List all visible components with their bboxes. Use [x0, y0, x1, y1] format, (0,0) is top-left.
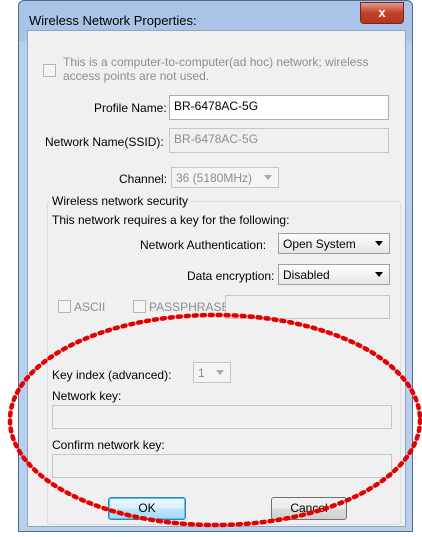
- adhoc-label-line2: access points are not used.: [63, 69, 210, 83]
- adhoc-label-line1: This is a computer-to-computer(ad hoc) n…: [63, 55, 369, 69]
- auth-value: Open System: [283, 237, 356, 251]
- key-index-label: Key index (advanced):: [52, 368, 172, 382]
- ssid-label: Network Name(SSID):: [45, 135, 164, 149]
- ssid-field[interactable]: BR-6478AC-5G: [169, 128, 389, 153]
- security-intro-text: This network requires a key for the foll…: [52, 213, 290, 227]
- network-key-field[interactable]: [52, 405, 392, 429]
- confirm-key-label: Confirm network key:: [52, 438, 165, 452]
- chevron-down-icon: [216, 370, 224, 375]
- window-title: Wireless Network Properties:: [29, 13, 197, 28]
- encryption-select[interactable]: Disabled: [278, 264, 390, 285]
- channel-label: Channel:: [119, 172, 168, 186]
- ascii-checkbox[interactable]: [58, 300, 71, 313]
- cancel-button[interactable]: Cancel: [271, 497, 347, 520]
- security-group-label: Wireless network security: [49, 194, 192, 208]
- auth-label: Network Authentication:: [140, 238, 267, 252]
- encryption-label: Data encryption:: [187, 269, 275, 283]
- confirm-key-field[interactable]: [52, 454, 392, 478]
- close-button[interactable]: x: [360, 2, 404, 24]
- passphrase-label: PASSPHRASE: [149, 300, 230, 314]
- chevron-down-icon: [375, 272, 383, 277]
- auth-select[interactable]: Open System: [278, 233, 390, 254]
- encryption-value: Disabled: [283, 268, 330, 282]
- channel-select[interactable]: 36 (5180MHz): [171, 167, 279, 188]
- key-index-select[interactable]: 1: [193, 362, 231, 383]
- network-key-label: Network key:: [52, 389, 122, 403]
- dialog-body: This is a computer-to-computer(ad hoc) n…: [27, 30, 406, 527]
- ascii-label: ASCII: [74, 300, 106, 314]
- passphrase-field[interactable]: [225, 295, 390, 319]
- profile-name-label: Profile Name:: [94, 101, 167, 115]
- passphrase-checkbox[interactable]: [133, 300, 146, 313]
- chevron-down-icon: [264, 175, 272, 180]
- key-index-value: 1: [198, 366, 205, 380]
- adhoc-checkbox[interactable]: [43, 64, 56, 77]
- profile-name-field[interactable]: BR-6478AC-5G: [169, 95, 389, 120]
- dialog-window: Wireless Network Properties: x This is a…: [18, 0, 413, 532]
- channel-value: 36 (5180MHz): [176, 171, 253, 185]
- chevron-down-icon: [375, 241, 383, 246]
- ok-button[interactable]: OK: [108, 497, 186, 520]
